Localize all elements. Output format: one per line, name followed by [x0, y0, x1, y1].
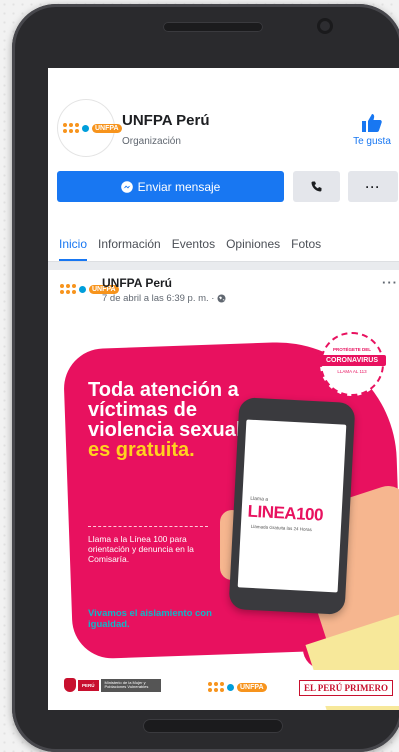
campaign-tagline: Vivamos el aislamiento con igualdad. — [88, 608, 212, 630]
phone-speaker — [163, 22, 263, 32]
more-options-button[interactable]: ··· — [348, 171, 398, 202]
post-author-name[interactable]: UNFPA Perú — [102, 276, 172, 290]
messenger-icon — [120, 180, 133, 193]
unfpa-footer-logo: UNFPA — [208, 682, 267, 692]
footer-unfpa-wordmark: UNFPA — [237, 682, 267, 692]
facebook-page-screen: UNFPA UNFPA Perú Organización Te gusta E… — [48, 68, 399, 710]
campaign-subtext: Llama a la Línea 100 para orientación y … — [88, 534, 194, 564]
coronavirus-badge: PROTÉGETE DEL CORONAVIRUS LLAMA AL 113 — [318, 332, 386, 396]
unfpa-logo: UNFPA — [63, 123, 122, 133]
phone-icon — [311, 181, 322, 192]
peru-shield-icon — [64, 678, 76, 692]
section-divider — [48, 262, 399, 270]
phone-illustration-screen: Llama a LINEA100 Llamada Gratuita las 24… — [237, 419, 347, 593]
page-category: Organización — [122, 136, 181, 147]
tab-inicio[interactable]: Inicio — [59, 234, 88, 261]
badge-top-text: PROTÉGETE DEL — [332, 347, 371, 352]
page-title: UNFPA Perú — [122, 112, 210, 129]
call-button[interactable] — [293, 171, 340, 202]
sponsor-logos: PERÚ Ministerio de la Mujer y Poblacione… — [48, 670, 399, 706]
send-message-label: Enviar mensaje — [137, 179, 221, 194]
headline-text: Toda atención a víctimas de violencia se… — [88, 379, 242, 441]
peru-label: PERÚ — [78, 679, 99, 691]
logo-wordmark: UNFPA — [92, 123, 122, 133]
campaign-headline: Toda atención a víctimas de violencia se… — [88, 380, 248, 460]
send-message-button[interactable]: Enviar mensaje — [57, 171, 284, 202]
tab-eventos[interactable]: Eventos — [172, 234, 215, 261]
linea-100-logo: LINEA100 — [247, 501, 324, 525]
post-timestamp[interactable]: 7 de abril a las 6:39 p. m. · — [102, 293, 226, 304]
post-options-button[interactable]: ··· — [382, 275, 398, 290]
phone-free-call-text: Llamada Gratuita las 24 Horas — [250, 523, 312, 533]
ministry-label: Ministerio de la Mujer y Poblaciones Vul… — [100, 678, 161, 692]
tab-informacion[interactable]: Información — [98, 234, 161, 261]
headline-highlight: es gratuita. — [88, 439, 195, 461]
peru-primero-logo: EL PERÚ PRIMERO — [299, 680, 394, 696]
page-avatar[interactable]: UNFPA — [58, 100, 122, 156]
page-tabs: Inicio Información Eventos Opiniones Fot… — [48, 234, 399, 262]
thumbs-up-icon — [362, 114, 382, 132]
like-label: Te gusta — [353, 136, 391, 147]
tab-fotos[interactable]: Fotos — [291, 234, 321, 261]
phone-camera — [317, 18, 333, 34]
badge-sub-text: LLAMA AL 113 — [337, 369, 367, 374]
dashed-divider — [88, 526, 208, 527]
like-page-button[interactable]: Te gusta — [340, 114, 399, 147]
phone-frame: UNFPA UNFPA Perú Organización Te gusta E… — [12, 4, 399, 752]
phone-home-button — [143, 719, 283, 733]
ministry-logo: PERÚ Ministerio de la Mujer y Poblacione… — [64, 678, 161, 692]
post-image[interactable]: PROTÉGETE DEL CORONAVIRUS LLAMA AL 113 T… — [48, 314, 399, 710]
globe-icon — [217, 294, 226, 303]
post-date-text: 7 de abril a las 6:39 p. m. · — [102, 293, 215, 304]
badge-main-text: CORONAVIRUS — [318, 355, 386, 366]
phone-illustration: Llama a LINEA100 Llamada Gratuita las 24… — [228, 397, 356, 615]
tab-opiniones[interactable]: Opiniones — [226, 234, 280, 261]
